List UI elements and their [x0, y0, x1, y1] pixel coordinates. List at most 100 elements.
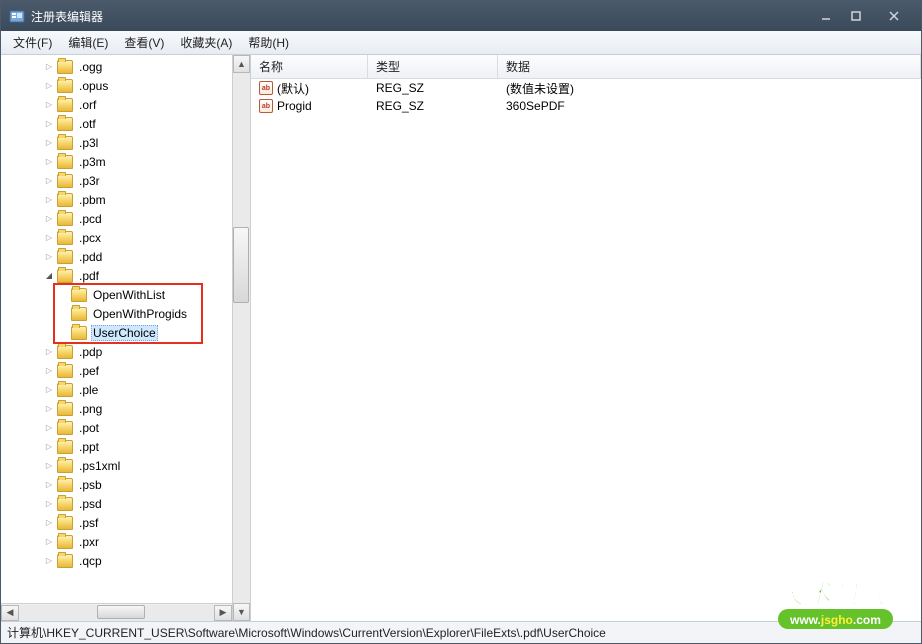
tree-item-label: OpenWithList: [91, 287, 167, 303]
expand-icon[interactable]: [43, 441, 55, 453]
tree-item[interactable]: .pbm: [1, 190, 232, 209]
tree-item[interactable]: .otf: [1, 114, 232, 133]
scroll-up-button[interactable]: ▲: [233, 55, 250, 73]
minimize-button[interactable]: [811, 6, 841, 26]
tree-item-label: .pcx: [77, 230, 103, 246]
expand-icon[interactable]: [43, 80, 55, 92]
column-header-name[interactable]: 名称: [251, 55, 368, 78]
menu-file[interactable]: 文件(F): [5, 31, 60, 54]
tree-item-label: .ps1xml: [77, 458, 122, 474]
registry-tree[interactable]: .ogg.opus .orf.otf .p3l .p3m.p3r .pbm.pcd .pc…: [1, 55, 232, 572]
expand-icon[interactable]: [43, 460, 55, 472]
value-row[interactable]: abProgidREG_SZ360SePDF: [251, 97, 921, 115]
expand-icon[interactable]: [43, 422, 55, 434]
expand-icon[interactable]: [43, 194, 55, 206]
expand-icon[interactable]: [43, 517, 55, 529]
menubar: 文件(F) 编辑(E) 查看(V) 收藏夹(A) 帮助(H): [1, 31, 921, 55]
expand-icon[interactable]: [43, 403, 55, 415]
tree-pane: .ogg.opus .orf.otf .p3l .p3m.p3r .pbm.pcd .pc…: [1, 55, 233, 621]
tree-item-label: .psb: [77, 477, 104, 493]
tree-item[interactable]: .p3m: [1, 152, 232, 171]
tree-item[interactable]: UserChoice: [1, 323, 232, 342]
expand-icon[interactable]: [43, 137, 55, 149]
tree-item-label: .p3l: [77, 135, 100, 151]
tree-horizontal-scrollbar[interactable]: ◀ ▶: [1, 603, 232, 621]
folder-icon: [57, 345, 73, 359]
tree-item[interactable]: .ogg: [1, 57, 232, 76]
tree-vertical-scrollbar[interactable]: ▲ ▼: [233, 55, 251, 621]
value-row[interactable]: ab(默认)REG_SZ(数值未设置): [251, 79, 921, 97]
scroll-left-button[interactable]: ◀: [1, 605, 19, 621]
tree-item[interactable]: OpenWithList: [1, 285, 232, 304]
folder-icon: [57, 79, 73, 93]
expand-icon[interactable]: [43, 384, 55, 396]
tree-item[interactable]: .psb: [1, 475, 232, 494]
scroll-right-button[interactable]: ▶: [214, 605, 232, 621]
tree-item-label: .png: [77, 401, 104, 417]
tree-item[interactable]: .pcx: [1, 228, 232, 247]
tree-item[interactable]: .p3r: [1, 171, 232, 190]
expand-icon[interactable]: [43, 156, 55, 168]
tree-item[interactable]: .psd: [1, 494, 232, 513]
tree-item[interactable]: OpenWithProgids: [1, 304, 232, 323]
menu-favorites[interactable]: 收藏夹(A): [172, 31, 240, 54]
folder-icon: [71, 307, 87, 321]
values-list[interactable]: ab(默认)REG_SZ(数值未设置)abProgidREG_SZ360SePD…: [251, 79, 921, 621]
folder-icon: [57, 250, 73, 264]
tree-item-label: .p3m: [77, 154, 108, 170]
folder-icon: [57, 174, 73, 188]
menu-edit[interactable]: 编辑(E): [60, 31, 116, 54]
expand-icon[interactable]: [43, 232, 55, 244]
tree-item[interactable]: .pxr: [1, 532, 232, 551]
tree-item-label: .pbm: [77, 192, 108, 208]
expand-icon[interactable]: [43, 498, 55, 510]
expand-icon[interactable]: [43, 536, 55, 548]
tree-item[interactable]: .ps1xml: [1, 456, 232, 475]
tree-item[interactable]: .pef: [1, 361, 232, 380]
tree-item[interactable]: .ppt: [1, 437, 232, 456]
tree-item-label: .orf: [77, 97, 98, 113]
titlebar[interactable]: 注册表编辑器: [1, 1, 921, 31]
tree-item[interactable]: .png: [1, 399, 232, 418]
scroll-thumb[interactable]: [97, 605, 145, 619]
tree-item[interactable]: .opus: [1, 76, 232, 95]
statusbar-path: 计算机\HKEY_CURRENT_USER\Software\Microsoft…: [7, 624, 606, 641]
tree-item[interactable]: .psf: [1, 513, 232, 532]
tree-item[interactable]: .p3l: [1, 133, 232, 152]
menu-help[interactable]: 帮助(H): [240, 31, 297, 54]
tree-item[interactable]: .orf: [1, 95, 232, 114]
tree-item[interactable]: .pot: [1, 418, 232, 437]
expand-icon[interactable]: [43, 213, 55, 225]
menu-view[interactable]: 查看(V): [116, 31, 172, 54]
folder-icon: [57, 136, 73, 150]
expand-icon[interactable]: [43, 555, 55, 567]
tree-item[interactable]: .pcd: [1, 209, 232, 228]
tree-item-label: .ogg: [77, 59, 104, 75]
expand-icon[interactable]: [43, 251, 55, 263]
expand-icon[interactable]: [43, 99, 55, 111]
expand-icon[interactable]: [43, 479, 55, 491]
maximize-button[interactable]: [841, 6, 871, 26]
expand-icon[interactable]: [43, 61, 55, 73]
scroll-track[interactable]: [233, 73, 250, 603]
expand-icon[interactable]: [43, 365, 55, 377]
scroll-track[interactable]: [19, 605, 214, 621]
scroll-thumb[interactable]: [233, 227, 249, 303]
tree-item[interactable]: .ple: [1, 380, 232, 399]
close-button[interactable]: [871, 6, 917, 26]
folder-icon: [57, 117, 73, 131]
column-header-type[interactable]: 类型: [368, 55, 498, 78]
column-header-data[interactable]: 数据: [498, 55, 921, 78]
collapse-icon[interactable]: [43, 270, 55, 282]
folder-icon: [57, 459, 73, 473]
scroll-down-button[interactable]: ▼: [233, 603, 250, 621]
expand-icon[interactable]: [43, 346, 55, 358]
expand-icon[interactable]: [43, 175, 55, 187]
expand-icon[interactable]: [43, 118, 55, 130]
tree-item[interactable]: .pdd: [1, 247, 232, 266]
value-name: (默认): [277, 80, 309, 97]
tree-item[interactable]: .pdf: [1, 266, 232, 285]
tree-item[interactable]: .qcp: [1, 551, 232, 570]
tree-item[interactable]: .pdp: [1, 342, 232, 361]
folder-icon: [57, 193, 73, 207]
